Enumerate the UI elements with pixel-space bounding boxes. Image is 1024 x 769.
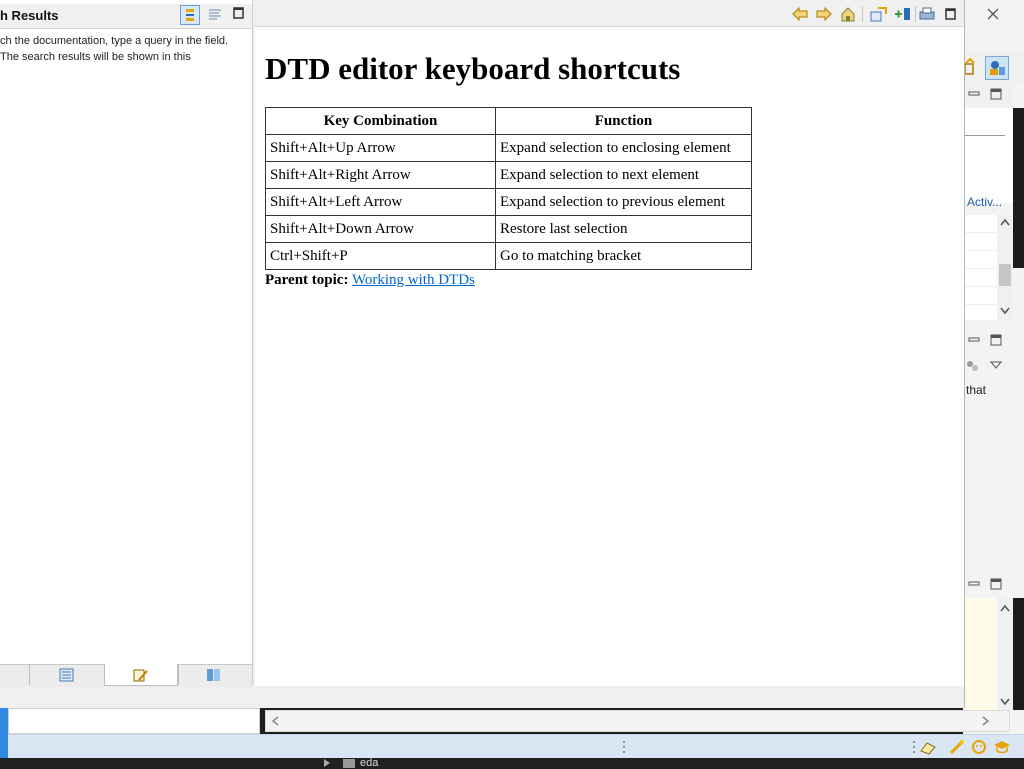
taskbar	[0, 758, 1024, 768]
table-header-row: Key Combination Function	[265, 107, 752, 135]
minimize-icon[interactable]	[968, 88, 980, 100]
search-instructions: ch the documentation, type a query in th…	[0, 35, 229, 63]
scrollbar-thumb[interactable]	[999, 264, 1011, 286]
key-combination-cell: Shift+Alt+Up Arrow	[265, 134, 496, 162]
print-icon[interactable]	[918, 6, 936, 22]
perspective-button[interactable]	[985, 56, 1009, 80]
table-row: Shift+Alt+Left Arrow Expand selection to…	[265, 188, 752, 216]
help-toolbar	[255, 4, 963, 27]
content-footer	[255, 686, 964, 708]
minimize-icon[interactable]	[968, 334, 980, 346]
table-row: Ctrl+Shift+P Go to matching bracket	[265, 242, 752, 270]
home-icon[interactable]	[840, 5, 856, 23]
ide-list	[963, 215, 997, 323]
table-row: Shift+Alt+Right Arrow Expand selection t…	[265, 161, 752, 189]
smiley-icon[interactable]	[971, 739, 987, 755]
function-cell: Restore last selection	[495, 215, 752, 243]
function-cell: Expand selection to next element	[495, 161, 752, 189]
maximize-icon[interactable]	[990, 578, 1002, 590]
ide-editor-strip	[1013, 108, 1024, 268]
key-combination-cell: Ctrl+Shift+P	[265, 242, 496, 270]
maximize-icon[interactable]	[990, 88, 1002, 100]
servers-icon[interactable]	[965, 359, 979, 373]
page-title: DTD editor keyboard shortcuts	[265, 51, 681, 86]
close-button[interactable]	[984, 4, 1002, 24]
ide-view-header	[963, 572, 1013, 596]
play-icon	[324, 759, 330, 767]
drag-handle-icon[interactable]	[622, 740, 626, 754]
parent-topic: Parent topic: Working with DTDs	[265, 272, 475, 289]
table-row: Shift+Alt+Up Arrow Expand selection to e…	[265, 134, 752, 162]
back-arrow-icon[interactable]	[791, 6, 809, 22]
ide-horizontal-scrollbar[interactable]	[265, 710, 1010, 732]
index-tab-icon[interactable]	[59, 668, 75, 682]
function-cell: Go to matching bracket	[495, 242, 752, 270]
close-icon	[987, 8, 999, 20]
maximize-icon[interactable]	[944, 7, 958, 21]
status-bar	[8, 734, 1024, 759]
table-row: Shift+Alt+Down Arrow Restore last select…	[265, 215, 752, 243]
ide-link-partial[interactable]: Activ...	[967, 195, 1002, 209]
help-content: DTD editor keyboard shortcuts Key Combin…	[255, 27, 964, 686]
learn-icon[interactable]	[993, 739, 1011, 755]
descriptions-icon	[209, 9, 221, 20]
key-combination-cell: Shift+Alt+Right Arrow	[265, 161, 496, 189]
maximize-icon	[233, 7, 244, 19]
wand-icon[interactable]	[949, 739, 965, 755]
ide-view-body	[963, 108, 1013, 203]
taskbar-label[interactable]: eda	[360, 757, 378, 769]
parent-topic-label: Parent topic:	[265, 272, 349, 288]
chevron-right-icon[interactable]	[982, 716, 990, 726]
chevron-down-icon[interactable]	[1000, 698, 1010, 706]
add-bookmark-icon[interactable]	[894, 6, 912, 22]
chevron-up-icon[interactable]	[1000, 604, 1010, 612]
show-descriptions-button[interactable]	[206, 5, 226, 25]
maximize-button[interactable]	[232, 6, 246, 20]
sync-toc-icon[interactable]	[870, 6, 888, 22]
ide-console-area	[963, 598, 997, 710]
column-header: Function	[495, 107, 752, 135]
chevron-up-icon[interactable]	[1000, 218, 1010, 226]
forward-arrow-icon[interactable]	[815, 6, 833, 22]
java-ee-perspective-icon	[990, 61, 1005, 75]
ide-bottom-field	[8, 708, 260, 734]
show-result-categories-button[interactable]	[180, 5, 200, 25]
chevron-left-icon[interactable]	[271, 716, 279, 726]
shortcuts-table: Key Combination Function Shift+Alt+Up Ar…	[265, 107, 752, 270]
open-perspective-icon[interactable]	[963, 58, 977, 76]
ide-view-header	[963, 84, 1013, 106]
ide-vertical-scrollbar[interactable]	[997, 598, 1013, 710]
chevron-down-icon[interactable]	[1000, 307, 1010, 315]
tasks-icon[interactable]	[919, 739, 937, 755]
column-header: Key Combination	[265, 107, 496, 135]
key-combination-cell: Shift+Alt+Left Arrow	[265, 188, 496, 216]
search-tab-icon[interactable]	[133, 668, 149, 683]
ide-editor-strip	[1013, 598, 1024, 710]
minimize-icon[interactable]	[968, 578, 980, 590]
function-cell: Expand selection to previous element	[495, 188, 752, 216]
bookmarks-tab-icon[interactable]	[206, 668, 222, 682]
parent-topic-link[interactable]: Working with DTDs	[352, 272, 475, 288]
search-results-pane	[0, 0, 253, 686]
function-cell: Expand selection to enclosing element	[495, 134, 752, 162]
folder-icon	[343, 759, 355, 768]
maximize-icon[interactable]	[990, 334, 1002, 346]
drag-handle-icon[interactable]	[912, 740, 916, 754]
search-results-title: h Results	[0, 8, 59, 23]
key-combination-cell: Shift+Alt+Down Arrow	[265, 215, 496, 243]
ide-view-header	[963, 330, 1013, 371]
ide-text-partial: that	[966, 383, 987, 397]
categories-icon	[186, 9, 194, 21]
view-menu-icon[interactable]	[990, 360, 1002, 370]
